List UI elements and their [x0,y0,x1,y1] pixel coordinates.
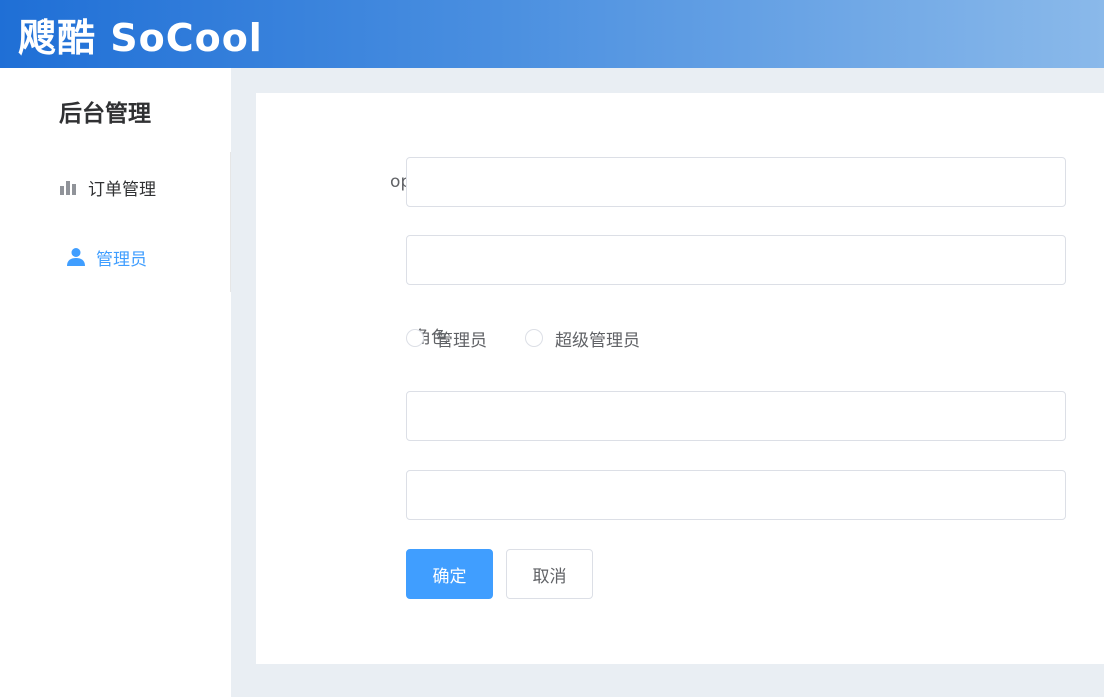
form-row-openid: openid [256,157,1104,207]
account-input[interactable] [406,391,1066,441]
form-row-role: 角色 管理员 超级管理员 [256,313,1104,363]
form-row-nickname: 昵称 [256,235,1104,285]
role-radio-admin[interactable]: 管理员 [406,326,487,351]
form-row-password: 密码 [256,470,1104,520]
sidebar: 后台管理 订单管理 管理员 [0,68,231,697]
form-actions: 确定 取消 [256,549,1104,599]
form-row-account: 账号 [256,391,1104,441]
radio-label[interactable]: 超级管理员 [555,326,640,351]
role-radio-super-admin[interactable]: 超级管理员 [525,326,640,351]
cancel-button[interactable]: 取消 [506,549,593,599]
sidebar-item-orders[interactable]: 订单管理 [0,152,229,222]
user-icon [66,247,86,267]
role-radio-group: 管理员 超级管理员 [406,313,678,363]
bar-chart-icon [58,177,78,197]
openid-input[interactable] [406,157,1066,207]
app-header: 飕酷 SoCool [0,0,1104,68]
sidebar-item-label: 管理员 [96,249,147,270]
password-input[interactable] [406,470,1066,520]
brand-logo-text: 飕酷 SoCool [18,15,263,60]
radio-circle[interactable] [525,329,543,347]
sidebar-item-admins[interactable]: 管理员 [0,222,229,292]
radio-circle[interactable] [406,329,424,347]
radio-label[interactable]: 管理员 [436,326,487,351]
confirm-button[interactable]: 确定 [406,549,493,599]
nickname-input[interactable] [406,235,1066,285]
sidebar-item-label: 订单管理 [88,179,156,200]
admin-form-card: openid 昵称 角色 管理员 超级管理员 账号 密码 确定 取消 [256,93,1104,664]
sidebar-menu: 订单管理 管理员 [0,152,231,292]
sidebar-title: 后台管理 [59,101,151,127]
